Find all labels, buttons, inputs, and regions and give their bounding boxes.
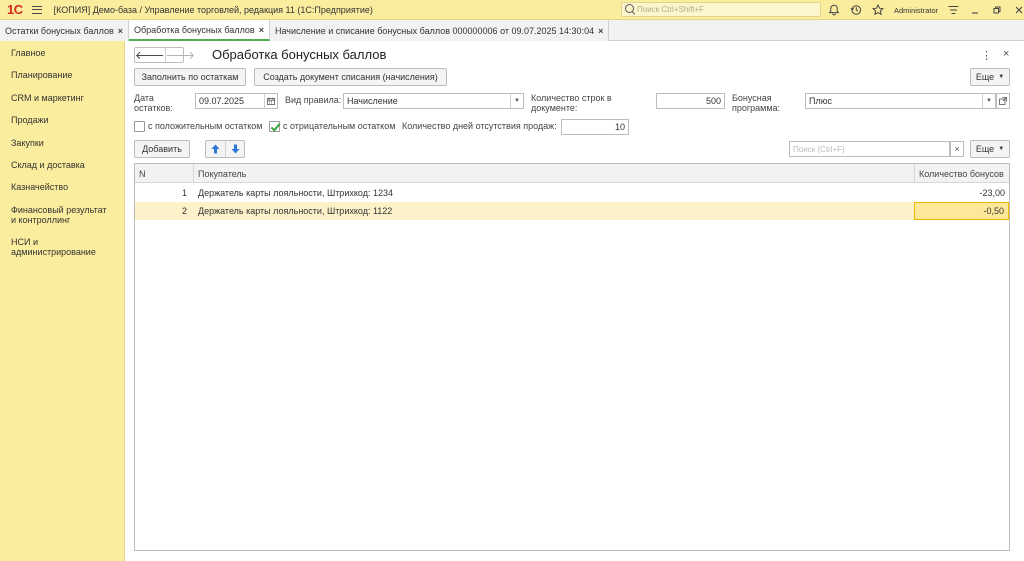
rows-count-field[interactable]: 500 — [656, 93, 725, 109]
open-program-icon[interactable] — [996, 93, 1010, 109]
add-row-button[interactable]: Добавить — [134, 140, 190, 158]
column-header-bonus[interactable]: Количество бонусов — [914, 164, 1009, 183]
move-buttons — [205, 140, 245, 158]
row-number: 1 — [181, 188, 187, 198]
rule-label: Вид правила: — [285, 95, 342, 105]
global-search-input[interactable]: Поиск Ctrl+Shift+F — [621, 2, 821, 17]
settings-menu-icon[interactable] — [946, 3, 960, 17]
open-tabs: Остатки бонусных баллов × Обработка бону… — [0, 20, 1024, 41]
restore-icon[interactable] — [990, 3, 1004, 17]
sidebar-item-crm[interactable]: CRM и маркетинг — [0, 93, 125, 103]
tab-label: Остатки бонусных баллов — [5, 25, 114, 36]
program-label: Бонусная программа: — [732, 93, 781, 113]
dropdown-arrow-icon: ▼ — [998, 74, 1005, 80]
app-title: [КОПИЯ] Демо-база / Управление торговлей… — [53, 4, 373, 15]
title-bar: 1С [КОПИЯ] Демо-база / Управление торгов… — [0, 0, 1024, 20]
positive-balance-checkbox[interactable] — [134, 121, 145, 132]
positive-balance-label[interactable]: с положительным остатком — [148, 121, 262, 132]
date-field[interactable]: 09.07.2025 — [195, 93, 278, 109]
column-header-buyer[interactable]: Покупатель — [193, 164, 914, 183]
more-label: Еще — [975, 144, 995, 154]
tab-label: Начисление и списание бонусных баллов 00… — [274, 25, 595, 36]
app-logo[interactable]: 1С — [7, 2, 23, 17]
row-bonus-current-cell[interactable]: -0,50 — [914, 202, 1009, 220]
search-icon — [625, 4, 636, 15]
column-header-n[interactable]: N — [135, 164, 193, 183]
form-title: Обработка бонусных баллов — [212, 47, 387, 62]
sidebar-item-finance[interactable]: Финансовый результат и контроллинг — [0, 205, 125, 225]
dropdown-arrow-icon[interactable]: ▼ — [510, 94, 523, 108]
table-row[interactable]: 2 Держатель карты лояльности, Штрихкод: … — [135, 202, 1009, 220]
more-button[interactable]: Еще ▼ — [970, 68, 1010, 86]
table-header: N Покупатель Количество бонусов — [135, 164, 1009, 183]
form-area: 🡐 🡒 Обработка бонусных баллов ⋮ × Заполн… — [126, 41, 1024, 561]
row-number: 2 — [181, 206, 187, 216]
clear-search-icon[interactable]: × — [950, 141, 964, 157]
minimize-icon[interactable] — [968, 3, 982, 17]
move-up-icon[interactable] — [206, 141, 225, 157]
close-tab-icon[interactable]: × — [118, 26, 123, 36]
history-nav: 🡐 🡒 — [134, 47, 195, 63]
favorites-star-icon[interactable] — [870, 2, 886, 18]
close-tab-icon[interactable]: × — [598, 26, 603, 36]
more-label: Еще — [975, 72, 995, 82]
titlebar-tools: Administrator — [826, 2, 1024, 18]
bell-icon[interactable] — [826, 2, 842, 18]
tab-bonus-processing[interactable]: Обработка бонусных баллов × — [129, 20, 270, 41]
program-select[interactable]: Плюс ▼ — [805, 93, 996, 109]
sidebar-item-admin[interactable]: НСИ и администрирование — [0, 237, 125, 257]
days-without-sales-field[interactable]: 10 — [561, 119, 629, 135]
calendar-icon[interactable] — [264, 94, 277, 108]
close-tab-icon[interactable]: × — [259, 25, 264, 35]
sidebar-item-warehouse[interactable]: Склад и доставка — [0, 160, 125, 170]
days-without-sales-label: Количество дней отсутствия продаж: — [402, 121, 557, 131]
negative-balance-label[interactable]: с отрицательным остатком — [283, 121, 395, 132]
global-search-placeholder: Поиск Ctrl+Shift+F — [637, 5, 705, 14]
sidebar-item-purchases[interactable]: Закупки — [0, 138, 125, 148]
sidebar-item-main[interactable]: Главное — [0, 48, 125, 58]
tab-label: Обработка бонусных баллов — [134, 24, 255, 35]
tab-bonus-document[interactable]: Начисление и списание бонусных баллов 00… — [269, 20, 610, 41]
fill-by-balances-button[interactable]: Заполнить по остаткам — [134, 68, 246, 86]
sidebar-item-planning[interactable]: Планирование — [0, 70, 125, 80]
rows-count-label: Количество строк в документе: — [531, 93, 612, 113]
sidebar-item-sales[interactable]: Продажи — [0, 115, 125, 125]
row-buyer: Держатель карты лояльности, Штрихкод: 12… — [198, 188, 393, 198]
table-search-input[interactable]: Поиск (Ctrl+F) — [789, 141, 950, 157]
history-icon[interactable] — [848, 2, 864, 18]
more-actions-icon[interactable]: ⋮ — [981, 49, 992, 62]
row-bonus[interactable]: -23,00 — [914, 184, 1009, 202]
move-down-icon[interactable] — [225, 141, 244, 157]
date-label: Дата остатков: — [134, 93, 173, 113]
close-window-icon[interactable] — [1012, 3, 1024, 17]
buyers-table[interactable]: N Покупатель Количество бонусов 1 Держат… — [134, 163, 1010, 551]
create-document-button[interactable]: Создать документ списания (начисления) — [254, 68, 447, 86]
sections-sidebar: Главное Планирование CRM и маркетинг Про… — [0, 41, 125, 561]
sidebar-item-treasury[interactable]: Казначейство — [0, 182, 125, 192]
program-value: Плюс — [809, 96, 832, 106]
date-value: 09.07.2025 — [199, 96, 245, 106]
table-row[interactable]: 1 Держатель карты лояльности, Штрихкод: … — [135, 184, 1009, 202]
row-buyer: Держатель карты лояльности, Штрихкод: 11… — [198, 206, 393, 216]
dropdown-arrow-icon: ▼ — [998, 146, 1005, 152]
back-arrow-icon[interactable]: 🡐 — [135, 48, 166, 62]
negative-balance-checkbox[interactable] — [269, 121, 280, 132]
close-form-icon[interactable]: × — [1003, 48, 1009, 60]
rule-select[interactable]: Начисление ▼ — [343, 93, 524, 109]
rule-value: Начисление — [347, 96, 398, 106]
tab-bonus-balances[interactable]: Остатки бонусных баллов × — [0, 20, 129, 41]
dropdown-arrow-icon[interactable]: ▼ — [982, 94, 995, 108]
forward-arrow-icon[interactable]: 🡒 — [166, 48, 196, 62]
main-menu-icon[interactable] — [31, 5, 42, 14]
current-user[interactable]: Administrator — [894, 6, 938, 15]
table-more-button[interactable]: Еще ▼ — [970, 140, 1010, 158]
